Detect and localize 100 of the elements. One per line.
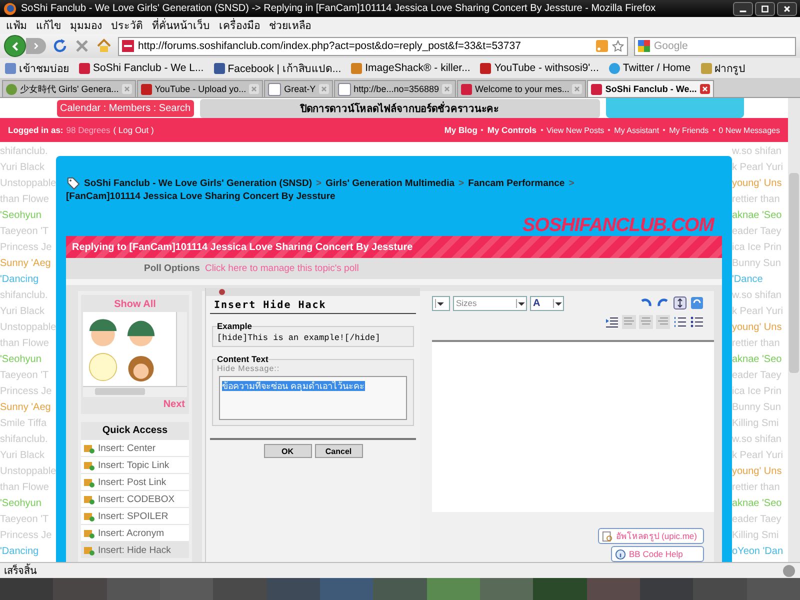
site-favicon-icon [122, 40, 134, 52]
package-icon [83, 493, 95, 505]
breadcrumb-link[interactable]: Fancam Performance [468, 176, 565, 190]
font-color-button[interactable]: A [530, 296, 564, 310]
package-icon [83, 527, 95, 539]
dialog-button[interactable]: Cancel [314, 444, 362, 458]
breadcrumb-link[interactable]: SoShi Fanclub - We Love Girls' Generation (SNSD) [84, 176, 312, 190]
close-tab-icon[interactable] [318, 84, 329, 94]
user-menu-link[interactable]: My Friends [669, 126, 709, 134]
maximize-icon [761, 4, 769, 12]
reload-icon[interactable] [52, 38, 68, 54]
menu-item[interactable]: แฟ้ม [6, 17, 27, 34]
bullet-list-icon[interactable] [690, 315, 704, 329]
background-word: young' Uns [732, 321, 782, 335]
bookmark-item[interactable]: Twitter / Home [608, 62, 691, 74]
font-select[interactable] [432, 296, 450, 310]
background-word: aknae 'Seo [732, 497, 782, 511]
close-tab-icon[interactable] [442, 84, 452, 94]
breadcrumb-link[interactable]: [FanCam]101114 Jessica Love Sharing Concert By Jessture [66, 190, 336, 203]
background-word: 'Dancing [0, 273, 39, 287]
close-tab-icon[interactable] [700, 84, 710, 94]
horizontal-scrollbar[interactable] [83, 386, 187, 397]
user-menu-link[interactable]: My Assistant [614, 126, 660, 134]
background-word: young' Uns [732, 177, 782, 191]
menu-item[interactable]: ที่คั่นหน้าเว็บ [152, 17, 210, 34]
bookmark-item[interactable]: ฝากรูป [700, 60, 746, 76]
menu-item[interactable]: มุมมอง [70, 17, 102, 34]
background-word: Sunny 'Aeg [0, 257, 51, 271]
breadcrumb-link[interactable]: Girls' Generation Multimedia [326, 176, 455, 190]
resize-icon[interactable] [673, 296, 687, 310]
menu-item[interactable]: แก้ไข [36, 17, 61, 34]
menu-item[interactable]: เครื่องมือ [219, 17, 260, 34]
quick-access-item[interactable]: Insert: SPOILER [81, 508, 189, 524]
bookmark-item[interactable]: SoShi Fanclub - We L... [79, 62, 204, 74]
hide-message-field[interactable]: ข้อความที่จะซ่อน คลุมดำเอาไว้นะคะ [219, 376, 407, 420]
bookmark-item[interactable]: ImageShack® - killer... [351, 62, 470, 74]
content-text-legend: Content Text [217, 354, 268, 364]
browser-tab[interactable]: YouTube - Upload yo... [136, 80, 264, 97]
calendar-members-search-link[interactable]: Calendar : Members : Search [57, 100, 194, 116]
user-menu-link[interactable]: My Blog [444, 125, 478, 135]
background-word: aknae 'Seo [732, 353, 782, 367]
site-logo: SOSHIFANCLUB.COM [522, 215, 714, 237]
close-tab-icon[interactable] [122, 84, 132, 94]
background-word: oYeon 'Dan [732, 545, 784, 559]
bookmark-item[interactable]: YouTube - withsosi9'... [480, 62, 599, 74]
quick-access-item[interactable]: Insert: Center [81, 440, 189, 456]
user-menu-link[interactable]: View New Posts [546, 126, 604, 134]
logout-link[interactable]: ( Log Out ) [113, 125, 154, 135]
browser-tab[interactable]: SoShi Fanclub - We... [587, 80, 714, 97]
maximize-button[interactable] [755, 2, 775, 16]
star-icon[interactable] [612, 40, 624, 52]
minimize-button[interactable] [733, 2, 753, 16]
user-menu-link[interactable]: My Controls [487, 125, 537, 135]
google-logo-icon [638, 40, 650, 52]
rss-icon[interactable] [596, 40, 608, 52]
indent-icon[interactable] [605, 315, 619, 329]
numbered-list-icon[interactable] [673, 315, 687, 329]
bookmark-item[interactable]: Facebook | เก้าสิบแปด... [214, 60, 342, 76]
package-icon [83, 510, 95, 522]
quick-access-item[interactable]: Insert: Acronym [81, 525, 189, 541]
poll-options-label: Poll Options [144, 263, 200, 274]
browser-tab[interactable]: Welcome to your mes... [457, 80, 586, 97]
browser-tab[interactable]: Great-Y [264, 80, 333, 97]
browser-tab[interactable]: http://be...no=356889 [334, 80, 456, 97]
back-button[interactable] [4, 35, 26, 57]
quick-access-item[interactable]: Insert: CODEBOX [81, 491, 189, 507]
browser-tab[interactable]: 少女時代 Girls' Genera... [2, 80, 136, 97]
user-menu-link[interactable]: 0 New Messages [718, 126, 780, 134]
close-button[interactable] [777, 2, 797, 16]
vertical-scrollbar[interactable] [176, 312, 187, 386]
stop-icon[interactable] [74, 38, 90, 54]
bookmark-item[interactable]: เข้าชมบ่อย [5, 60, 69, 76]
home-icon[interactable] [96, 38, 112, 54]
package-icon [83, 459, 95, 471]
dropdown-arrow-icon [435, 298, 445, 308]
example-code: [hide]This is an example![/hide] [217, 333, 380, 343]
align-center-icon[interactable] [639, 315, 653, 329]
close-dot-icon[interactable] [218, 288, 226, 296]
close-tab-icon[interactable] [572, 84, 582, 94]
logged-in-label: Logged in as: [8, 125, 64, 135]
dialog-title: Insert Hide Hack [210, 296, 416, 314]
package-icon [83, 544, 95, 556]
size-select[interactable]: Sizes [453, 296, 527, 310]
package-icon [83, 442, 95, 454]
quick-access-item[interactable]: Insert: Post Link [81, 474, 189, 490]
hide-message-label: Hide Message:: [217, 364, 281, 373]
quick-access-item[interactable]: Insert: Topic Link [81, 457, 189, 473]
status-text: เสร็จสิ้น [4, 563, 37, 578]
page-scrollbar[interactable] [788, 98, 800, 562]
magnifier-page-icon [602, 530, 614, 542]
address-field[interactable]: http://forums.soshifanclub.com/index.php?act=post&do=reply_post&f=33&t=53737 [118, 36, 628, 56]
firefox-icon [3, 2, 17, 16]
close-tab-icon[interactable] [249, 84, 260, 94]
background-word: 'Seohyun [0, 497, 42, 511]
background-word: Sunny 'Aeg [0, 401, 51, 415]
menu-item[interactable]: ช่วยเหลือ [269, 17, 311, 34]
dialog-button[interactable]: OK [264, 444, 312, 458]
menu-item[interactable]: ประวัติ [111, 17, 143, 34]
package-icon [83, 476, 95, 488]
background-word: aknae 'Seo [732, 209, 782, 223]
